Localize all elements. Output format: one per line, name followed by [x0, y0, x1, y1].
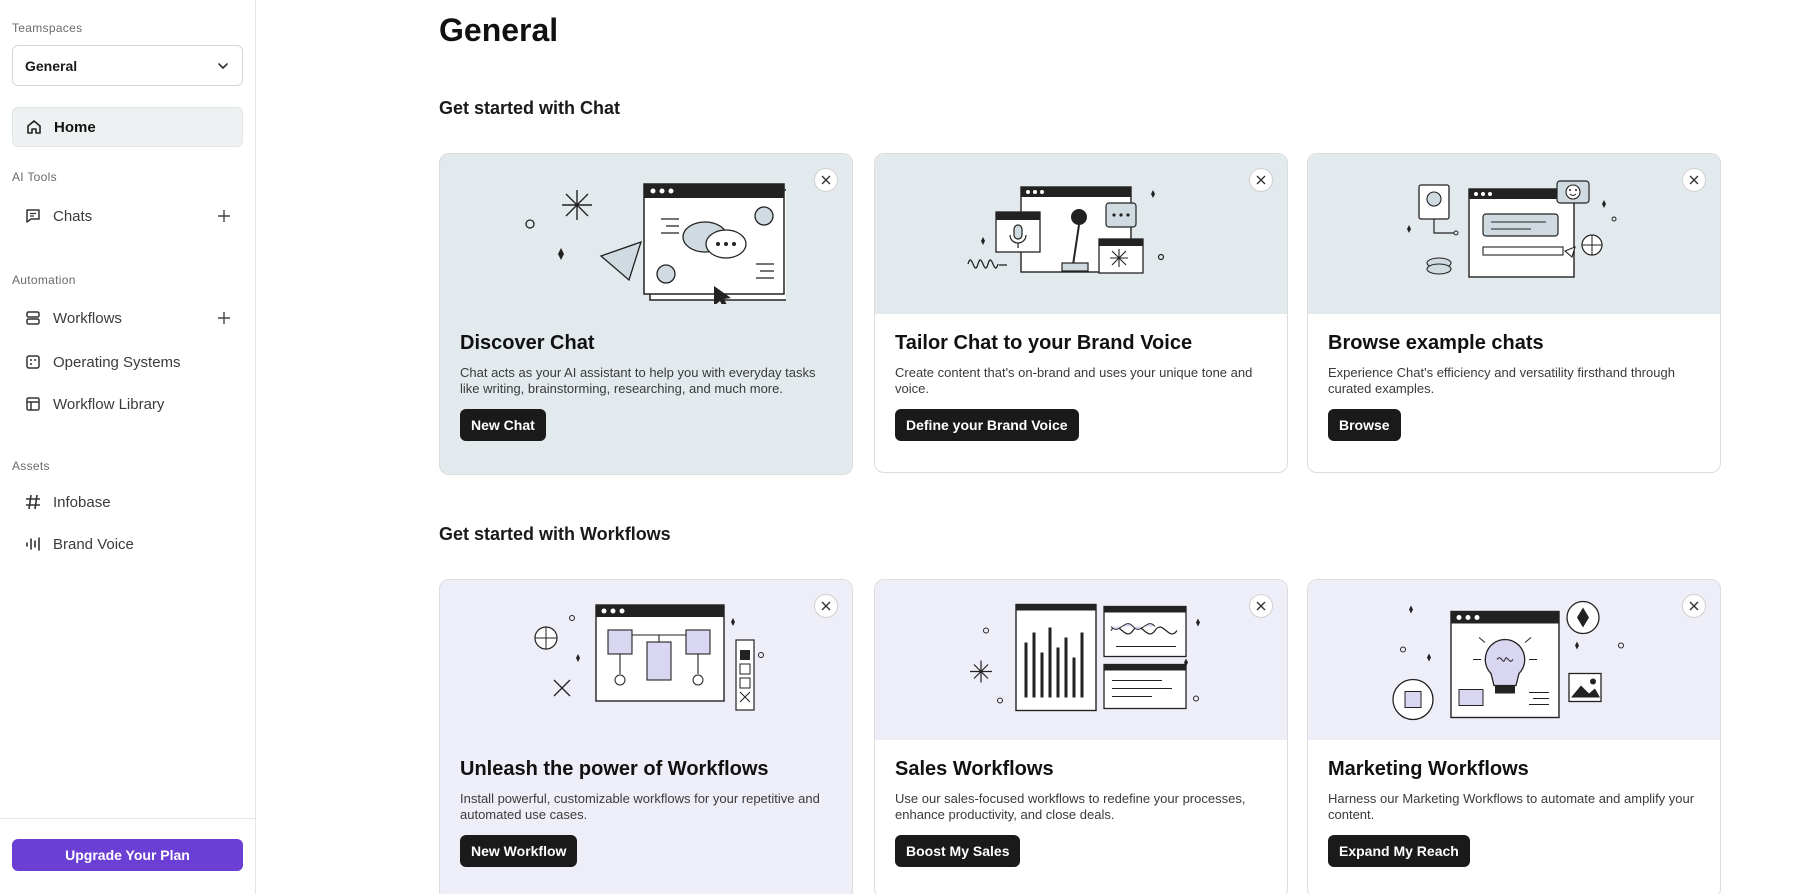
browse-button[interactable]: Browse: [1328, 409, 1401, 441]
browse-examples-illustration: [1308, 154, 1720, 314]
new-chat-button[interactable]: New Chat: [460, 409, 546, 441]
sidebar-item-label: Chats: [53, 207, 93, 225]
sidebar-item-label: Infobase: [53, 493, 111, 511]
library-icon: [26, 397, 40, 411]
card-description: Create content that's on-brand and uses …: [895, 365, 1253, 396]
workflows-icon: [26, 311, 40, 325]
teamspace-select-value: General: [25, 57, 78, 74]
unleash-workflows-card[interactable]: Unleash the power of Workflows Install p…: [439, 579, 853, 894]
brand-voice-illustration: [875, 154, 1287, 314]
close-icon[interactable]: [1682, 594, 1706, 618]
discover-chat-card[interactable]: Discover Chat Chat acts as your AI assis…: [439, 153, 853, 475]
card-title: Unleash the power of Workflows: [460, 758, 769, 780]
teamspaces-label: Teamspaces: [12, 21, 83, 35]
card-title: Sales Workflows: [895, 758, 1054, 780]
sidebar-item-label: Brand Voice: [53, 535, 134, 553]
ai-tools-label: AI Tools: [12, 170, 57, 184]
assets-label: Assets: [12, 459, 50, 473]
card-title: Tailor Chat to your Brand Voice: [895, 332, 1193, 354]
close-icon[interactable]: [814, 594, 838, 618]
new-workflow-button[interactable]: New Workflow: [460, 835, 578, 867]
card-title: Marketing Workflows: [1328, 758, 1529, 780]
close-icon[interactable]: [1682, 168, 1706, 192]
sidebar-item-operating-systems[interactable]: Operating Systems: [12, 342, 243, 382]
sidebar-item-infobase[interactable]: Infobase: [12, 482, 243, 522]
home-icon: [27, 120, 41, 134]
automation-label: Automation: [12, 273, 76, 287]
chat-bubble-icon: [26, 209, 40, 223]
close-icon[interactable]: [814, 168, 838, 192]
teamspace-select[interactable]: General: [12, 45, 243, 86]
add-chat-icon[interactable]: [217, 209, 231, 223]
sound-bars-icon: [26, 537, 40, 551]
sidebar: Teamspaces General Home AI Tools Chats A…: [0, 0, 256, 894]
upgrade-plan-button[interactable]: Upgrade Your Plan: [12, 839, 243, 871]
chat-section-title: Get started with Chat: [439, 98, 621, 118]
sidebar-item-label: Operating Systems: [53, 353, 181, 371]
marketing-workflows-illustration: [1308, 580, 1720, 740]
chevron-down-icon: [218, 62, 228, 69]
card-description: Install powerful, customizable workflows…: [460, 791, 820, 822]
boost-my-sales-button[interactable]: Boost My Sales: [895, 835, 1021, 867]
operating-systems-icon: [26, 355, 40, 369]
brand-voice-card[interactable]: Tailor Chat to your Brand Voice Create c…: [874, 153, 1288, 473]
browse-examples-card[interactable]: Browse example chats Experience Chat's e…: [1307, 153, 1721, 473]
expand-my-reach-button[interactable]: Expand My Reach: [1328, 835, 1470, 867]
marketing-workflows-card[interactable]: Marketing Workflows Harness our Marketin…: [1307, 579, 1721, 894]
define-brand-voice-button[interactable]: Define your Brand Voice: [895, 409, 1079, 441]
sidebar-item-label: Workflow Library: [53, 395, 165, 413]
sidebar-item-label: Workflows: [53, 309, 122, 327]
close-icon[interactable]: [1249, 594, 1273, 618]
card-title: Browse example chats: [1328, 332, 1544, 354]
sidebar-item-chats[interactable]: Chats: [12, 196, 243, 236]
card-description: Chat acts as your AI assistant to help y…: [460, 365, 816, 396]
hash-icon: [26, 494, 40, 510]
workflows-section-title: Get started with Workflows: [439, 524, 671, 544]
page-title: General: [439, 12, 559, 48]
sidebar-item-workflows[interactable]: Workflows: [12, 298, 243, 338]
card-description: Use our sales-focused workflows to redef…: [895, 791, 1246, 822]
sales-workflows-card[interactable]: Sales Workflows Use our sales-focused wo…: [874, 579, 1288, 894]
upgrade-footer: Upgrade Your Plan: [0, 818, 256, 894]
card-description: Harness our Marketing Workflows to autom…: [1328, 791, 1695, 822]
sales-workflows-illustration: [875, 580, 1287, 740]
sidebar-item-workflow-library[interactable]: Workflow Library: [12, 384, 243, 424]
close-icon[interactable]: [1249, 168, 1273, 192]
sidebar-item-brand-voice[interactable]: Brand Voice: [12, 524, 243, 564]
card-description: Experience Chat's efficiency and versati…: [1328, 365, 1675, 396]
discover-chat-illustration: [440, 154, 852, 314]
unleash-workflows-illustration: [440, 580, 852, 740]
sidebar-item-label: Home: [54, 118, 96, 136]
sidebar-item-home[interactable]: Home: [12, 107, 243, 147]
add-workflow-icon[interactable]: [217, 311, 231, 325]
card-title: Discover Chat: [460, 332, 595, 354]
